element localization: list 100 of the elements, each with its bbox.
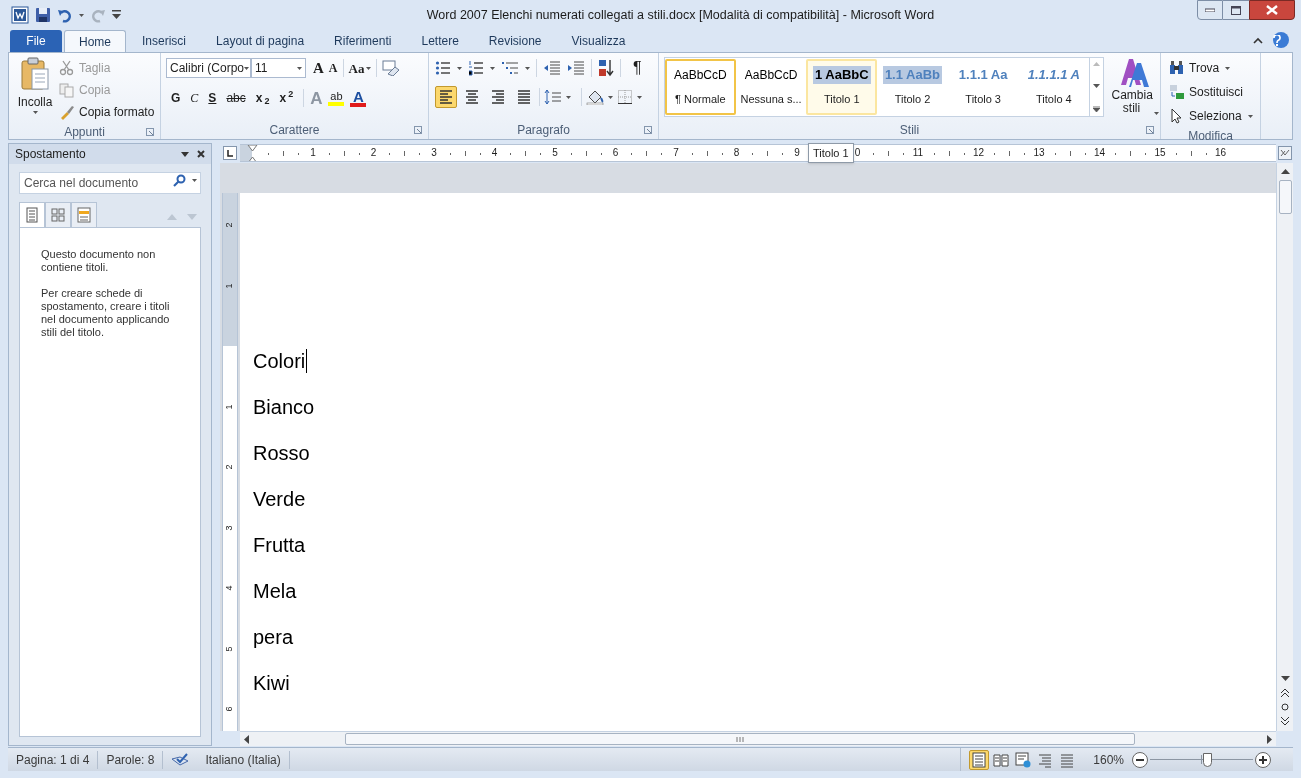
dialog-launcher-icon[interactable] [644,126,652,134]
change-case-button[interactable]: Aa [348,58,372,78]
format-button[interactable]: C [190,89,199,108]
style-item[interactable]: AaBbCcD ¶ Normale [665,59,736,115]
editing-button[interactable]: Trova [1169,57,1253,79]
scroll-left-icon[interactable] [244,734,249,744]
maximize-icon [1231,5,1241,15]
ruler-number: 5 [223,646,234,651]
pane-tab[interactable] [45,202,71,228]
sort-icon[interactable] [598,59,614,77]
close-icon[interactable] [197,150,205,158]
minimize-icon [1205,8,1215,12]
editing-button[interactable]: Sostituisci [1169,81,1253,103]
caret-icon[interactable] [637,95,642,99]
ribbon-tab[interactable]: Home [64,30,126,52]
scroll-down-icon[interactable] [1093,84,1101,88]
help-button[interactable] [1273,32,1289,48]
format-button[interactable]: x$_{2}$ [255,89,270,108]
caret-icon[interactable] [566,95,571,99]
previous-page-icon[interactable] [1281,689,1289,697]
file-tab[interactable]: File [10,30,62,52]
clipboard-button[interactable]: Copia formato [59,101,155,123]
ruler-number: 4 [491,146,498,160]
ruler-number: 13 [1033,146,1045,160]
bullets-icon[interactable] [435,60,451,76]
more-styles-icon[interactable] [1093,106,1101,112]
view-ruler-icon[interactable] [1277,146,1292,160]
ribbon-tab[interactable]: Riferimenti [320,30,406,52]
show-formatting-button[interactable]: ¶ [633,56,642,80]
caret-icon[interactable] [366,66,372,70]
style-item[interactable]: 1 AaBbC Titolo 1 [806,59,878,115]
ruler-number: 1 [223,404,234,409]
editing-button[interactable]: Seleziona [1169,105,1253,127]
scrollbar-thumb[interactable] [1278,180,1292,214]
font-family-field[interactable]: Calibri (Corpo [166,58,251,79]
maximize-button[interactable] [1223,0,1249,20]
ribbon-tab[interactable]: Lettere [407,30,473,52]
app-icon[interactable] [11,6,29,24]
view-button[interactable] [969,749,990,770]
shrink-font-button[interactable]: A [328,59,338,78]
binoculars-icon [1169,60,1185,76]
next-page-icon[interactable] [1281,717,1289,725]
caret-icon[interactable] [525,66,530,70]
scrollbar-thumb[interactable] [345,733,1135,745]
page-layout-icon [971,751,988,768]
tab-selector-icon[interactable] [223,146,237,160]
font-color-button[interactable]: A [350,89,367,107]
caret-icon[interactable] [192,179,197,182]
shading-icon[interactable] [586,89,604,105]
ribbon-tab[interactable]: Revisione [474,30,556,52]
ribbon-tab[interactable]: Inserisci [128,30,201,52]
highlight-button[interactable]: ab [328,90,345,106]
close-button[interactable] [1249,0,1295,20]
collapse-ribbon-icon[interactable] [1253,36,1263,44]
caret-icon[interactable] [1153,112,1159,115]
multilevel-list-icon[interactable] [501,60,519,76]
increase-indent-icon[interactable] [567,60,585,76]
zoom-slider-thumb[interactable] [1202,752,1212,767]
decrease-indent-icon[interactable] [543,60,561,76]
search-field[interactable]: Cerca nel documento [19,172,201,194]
caret-icon[interactable] [490,66,495,70]
ribbon-tab[interactable]: Layout di pagina [202,30,319,52]
format-button[interactable]: S [208,89,217,108]
pane-menu-icon[interactable] [181,151,189,157]
dialog-launcher-icon[interactable] [146,128,154,136]
align-left-button[interactable] [435,86,457,108]
borders-icon[interactable] [617,89,633,105]
clear-formatting-icon[interactable] [382,60,401,77]
format-button[interactable]: x$^{2}$ [279,89,294,108]
format-button[interactable]: abc [226,89,246,108]
search-icon[interactable] [173,174,186,187]
scroll-right-icon[interactable] [1267,734,1272,744]
line-spacing-icon[interactable] [544,89,562,105]
indent-marker-icon[interactable] [247,145,258,161]
paste-button[interactable]: Incolla [13,57,57,123]
format-button[interactable]: G [171,89,181,108]
numbering-icon[interactable] [468,60,484,76]
caret-icon[interactable] [79,13,84,17]
customize-icon[interactable] [112,10,121,20]
proofing-icon[interactable] [171,752,190,767]
scroll-down-icon[interactable] [1280,676,1290,681]
scroll-up-icon[interactable] [1280,169,1290,174]
undo-icon[interactable] [57,7,73,23]
caret-icon[interactable] [608,95,613,99]
ribbon-tab[interactable]: Visualizza [557,30,640,52]
font-size-field[interactable]: 11 [251,58,306,79]
zoom-out-button[interactable] [1132,751,1148,768]
save-icon[interactable] [35,7,51,23]
caret-icon[interactable] [244,66,250,70]
change-styles-button[interactable]: Cambia stili [1112,57,1158,121]
caret-icon[interactable] [297,66,302,70]
caret-icon[interactable] [457,66,462,70]
dialog-launcher-icon[interactable] [414,126,422,134]
ruler-number: 4 [223,585,234,591]
caret-icon[interactable] [32,111,38,114]
dialog-launcher-icon[interactable] [1146,126,1154,134]
zoom-in-button[interactable] [1255,751,1271,768]
grow-font-button[interactable]: A [313,57,324,80]
browse-object-icon[interactable] [1281,703,1289,711]
group-label: Paragrafo [517,122,570,139]
